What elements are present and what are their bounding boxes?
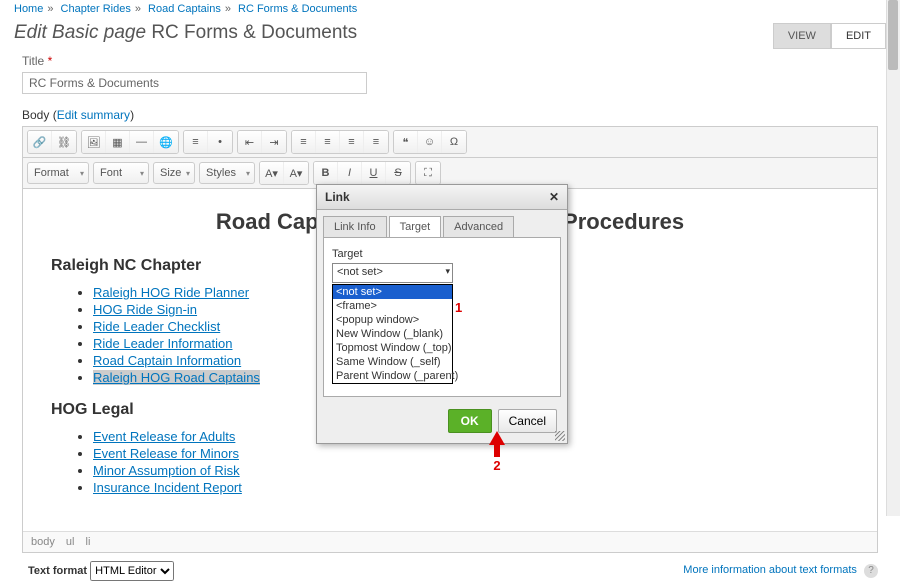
breadcrumb-item[interactable]: RC Forms & Documents: [238, 3, 357, 15]
breadcrumb-item[interactable]: Home: [14, 3, 43, 15]
outdent-icon[interactable]: ⇤: [238, 131, 262, 153]
italic-icon[interactable]: I: [338, 162, 362, 184]
hr-icon[interactable]: —: [130, 131, 154, 153]
bullet-list-icon[interactable]: •: [208, 131, 232, 153]
tab-view[interactable]: VIEW: [773, 23, 831, 49]
dialog-title: Link: [325, 190, 350, 204]
title-input[interactable]: [22, 72, 367, 94]
target-options: <not set> <frame> <popup window> New Win…: [332, 284, 453, 384]
tab-target[interactable]: Target: [389, 216, 442, 237]
align-justify-icon[interactable]: ≡: [364, 131, 388, 153]
breadcrumb-item[interactable]: Chapter Rides: [61, 3, 131, 15]
table-icon[interactable]: ▦: [106, 131, 130, 153]
format-dropdown[interactable]: Format: [27, 162, 89, 184]
resize-grip[interactable]: [555, 431, 565, 441]
image-icon[interactable]: 🖼: [82, 131, 106, 153]
more-info-link[interactable]: More information about text formats: [683, 564, 857, 576]
breadcrumb: Home» Chapter Rides» Road Captains» RC F…: [14, 0, 886, 18]
text-color-icon[interactable]: A▾: [260, 162, 284, 184]
styles-dropdown[interactable]: Styles: [199, 162, 255, 184]
option-topmost[interactable]: Topmost Window (_top): [333, 341, 452, 355]
path-body[interactable]: body: [31, 536, 55, 548]
path-ul[interactable]: ul: [66, 536, 75, 548]
target-label: Target: [332, 248, 552, 260]
align-left-icon[interactable]: ≡: [292, 131, 316, 153]
list-item[interactable]: Event Release for Minors: [93, 446, 239, 461]
list-item[interactable]: Ride Leader Information: [93, 336, 232, 351]
list-item[interactable]: Raleigh HOG Ride Planner: [93, 285, 249, 300]
smiley-icon[interactable]: ☺: [418, 131, 442, 153]
page-title: Edit Basic page RC Forms & Documents: [14, 22, 357, 44]
title-label: Title *: [22, 54, 878, 68]
tab-advanced[interactable]: Advanced: [443, 216, 514, 237]
unlink-icon[interactable]: ⛓: [52, 131, 76, 153]
list-item[interactable]: HOG Ride Sign-in: [93, 302, 197, 317]
font-dropdown[interactable]: Font: [93, 162, 149, 184]
scrollbar[interactable]: [886, 0, 900, 516]
globe-icon[interactable]: 🌐: [154, 131, 178, 153]
annotation-arrow-2: 2: [489, 431, 505, 473]
option-frame[interactable]: <frame>: [333, 299, 452, 313]
list-item[interactable]: Road Captain Information: [93, 353, 241, 368]
text-format-label: Text format: [28, 565, 87, 577]
path-li[interactable]: li: [86, 536, 91, 548]
text-format-select[interactable]: HTML Editor: [90, 561, 174, 581]
breadcrumb-item[interactable]: Road Captains: [148, 3, 221, 15]
size-dropdown[interactable]: Size: [153, 162, 195, 184]
element-path: body ul li: [23, 531, 877, 552]
list-item-selected[interactable]: Raleigh HOG Road Captains: [93, 370, 260, 385]
scroll-thumb[interactable]: [888, 0, 898, 70]
help-icon[interactable]: ?: [864, 564, 878, 578]
maximize-icon[interactable]: ⛶: [416, 162, 440, 184]
align-center-icon[interactable]: ≡: [316, 131, 340, 153]
tab-link-info[interactable]: Link Info: [323, 216, 387, 237]
cancel-button[interactable]: Cancel: [498, 409, 557, 433]
option-popup[interactable]: <popup window>: [333, 313, 452, 327]
option-same-window[interactable]: Same Window (_self): [333, 355, 452, 369]
omega-icon[interactable]: Ω: [442, 131, 466, 153]
bg-color-icon[interactable]: A▾: [284, 162, 308, 184]
list-item[interactable]: Event Release for Adults: [93, 429, 235, 444]
indent-icon[interactable]: ⇥: [262, 131, 286, 153]
edit-summary-link[interactable]: Edit summary: [57, 108, 130, 122]
link-dialog: Link ✕ Link Info Target Advanced Target …: [316, 184, 568, 444]
strike-icon[interactable]: S: [386, 162, 410, 184]
option-new-window[interactable]: New Window (_blank): [333, 327, 452, 341]
link-icon[interactable]: 🔗: [28, 131, 52, 153]
option-parent[interactable]: Parent Window (_parent): [333, 369, 452, 383]
underline-icon[interactable]: U: [362, 162, 386, 184]
tab-edit[interactable]: EDIT: [831, 23, 886, 49]
chevron-down-icon: ▾: [445, 266, 450, 277]
close-icon[interactable]: ✕: [549, 190, 559, 204]
ok-button[interactable]: OK: [448, 409, 492, 433]
bold-icon[interactable]: B: [314, 162, 338, 184]
target-select[interactable]: <not set> ▾: [332, 263, 453, 283]
quote-icon[interactable]: ❝: [394, 131, 418, 153]
list-item[interactable]: Ride Leader Checklist: [93, 319, 220, 334]
align-right-icon[interactable]: ≡: [340, 131, 364, 153]
page-tabs: VIEW EDIT: [773, 23, 886, 49]
list-item[interactable]: Insurance Incident Report: [93, 480, 242, 495]
option-not-set[interactable]: <not set>: [333, 285, 452, 299]
list-item[interactable]: Minor Assumption of Risk: [93, 463, 240, 478]
body-label: Body (Edit summary): [22, 108, 878, 122]
numbered-list-icon[interactable]: ≡: [184, 131, 208, 153]
